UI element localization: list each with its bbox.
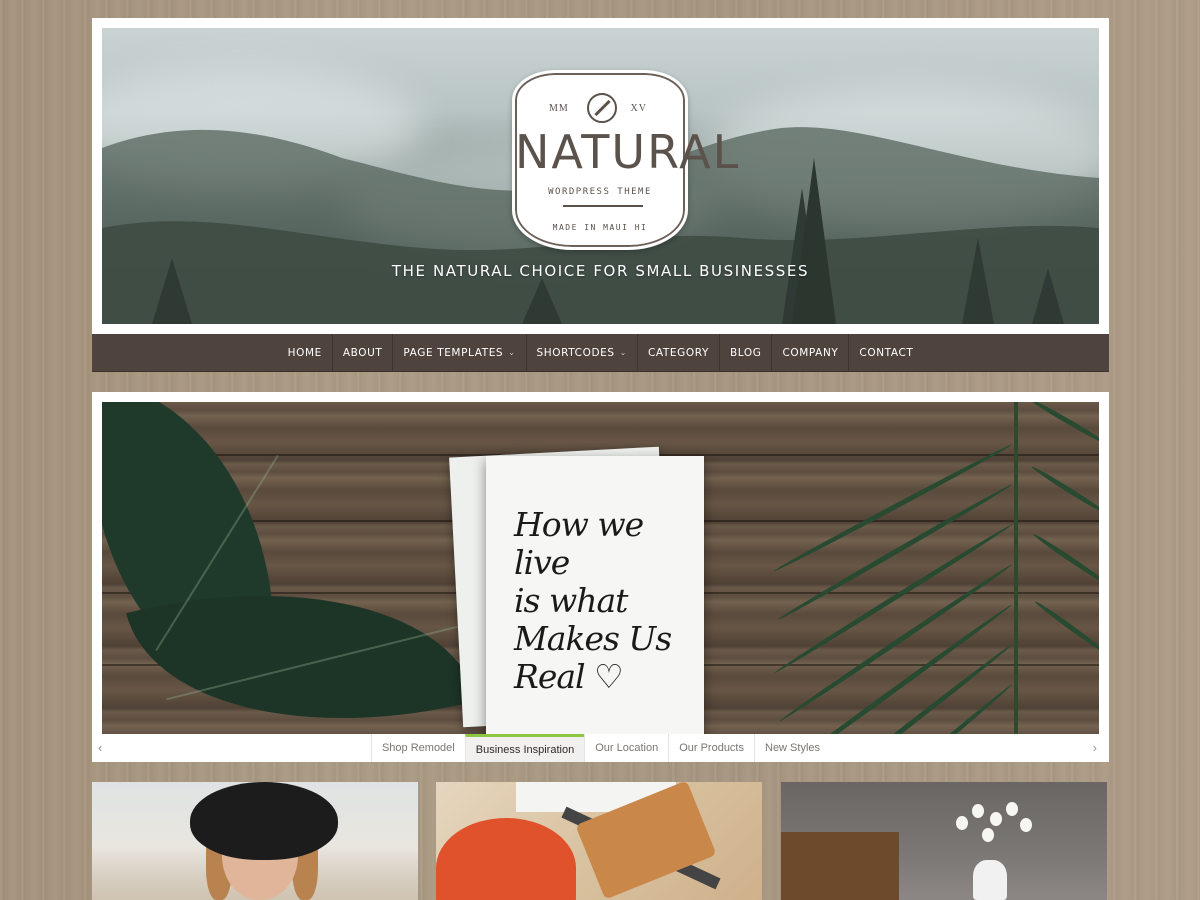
slider-tabs: ‹ Shop Remodel Business Inspiration Our …	[98, 734, 1099, 762]
logo-left-text: MM	[549, 103, 569, 114]
header-banner-image: MM XV NATURAL WORDPRESS THEME MADE IN MA…	[102, 28, 1099, 324]
flowers-shape	[946, 796, 1034, 856]
nav-item-label: HOME	[287, 346, 322, 359]
palm-frond	[1014, 402, 1018, 734]
main-navigation: HOME ABOUT PAGE TEMPLATES ⌄ SHORTCODES ⌄ C…	[92, 334, 1109, 372]
slider-tab-label: Our Products	[679, 742, 744, 754]
nav-item-label: SHORTCODES	[536, 346, 615, 359]
quote-line: Real ♡	[514, 657, 624, 696]
compass-icon	[587, 93, 617, 123]
nav-item-home[interactable]: HOME	[278, 334, 332, 371]
slider-tab-our-products[interactable]: Our Products	[668, 734, 754, 762]
nav-item-blog[interactable]: BLOG	[718, 334, 771, 371]
nav-item-about[interactable]: ABOUT	[331, 334, 393, 371]
thumbnail-desk[interactable]	[436, 782, 762, 900]
quote-line: Makes Us	[514, 619, 672, 658]
nav-item-contact[interactable]: CONTACT	[848, 334, 923, 371]
chevron-left-icon[interactable]: ‹	[98, 740, 102, 755]
hat-shape	[190, 782, 338, 860]
nav-item-shortcodes[interactable]: SHORTCODES ⌄	[525, 334, 637, 371]
nav-item-label: CONTACT	[859, 346, 914, 359]
slide-image[interactable]: How we live is what Makes Us Real ♡	[102, 402, 1099, 734]
logo-subtitle: WORDPRESS THEME	[548, 187, 652, 197]
slider-tab-our-location[interactable]: Our Location	[584, 734, 668, 762]
chevron-right-icon[interactable]: ›	[1093, 740, 1097, 755]
logo-right-text: XV	[630, 103, 647, 114]
quote-card: How we live is what Makes Us Real ♡	[486, 456, 704, 734]
chevron-down-icon: ⌄	[619, 348, 627, 357]
logo-made-in: MADE IN MAUI HI	[552, 223, 648, 232]
nav-item-page-templates[interactable]: PAGE TEMPLATES ⌄	[392, 334, 525, 371]
nav-item-label: CATEGORY	[647, 346, 709, 359]
nav-item-label: PAGE TEMPLATES	[403, 346, 504, 359]
slider-tab-label: Our Location	[595, 742, 659, 754]
quote-line: How we live	[514, 505, 644, 582]
nav-item-category[interactable]: CATEGORY	[636, 334, 719, 371]
logo-title: NATURAL	[515, 125, 741, 179]
nav-item-label: BLOG	[729, 346, 762, 359]
nav-item-label: COMPANY	[782, 346, 839, 359]
site-tagline: THE NATURAL CHOICE FOR SMALL BUSINESSES	[391, 262, 810, 280]
slider-tab-label: New Styles	[765, 742, 821, 754]
nav-item-company[interactable]: COMPANY	[771, 334, 848, 371]
chevron-down-icon: ⌄	[508, 348, 516, 357]
slider-tab-new-styles[interactable]: New Styles	[754, 734, 830, 762]
slider-tab-label: Business Inspiration	[475, 743, 575, 756]
quote-line: is what	[514, 581, 628, 620]
header-banner-frame: MM XV NATURAL WORDPRESS THEME MADE IN MA…	[92, 18, 1109, 334]
thumbnail-flowers[interactable]	[781, 782, 1107, 900]
logo-divider	[563, 205, 643, 207]
slider-tab-label: Shop Remodel	[381, 742, 455, 754]
site-logo[interactable]: MM XV NATURAL WORDPRESS THEME MADE IN MA…	[512, 70, 741, 250]
nav-item-label: ABOUT	[342, 346, 383, 359]
featured-slider: How we live is what Makes Us Real ♡ ‹ Sh…	[92, 392, 1109, 762]
slider-tab-shop-remodel[interactable]: Shop Remodel	[370, 734, 465, 762]
thumbnail-portrait[interactable]	[92, 782, 418, 900]
slider-tab-business-inspiration[interactable]: Business Inspiration	[464, 734, 585, 762]
